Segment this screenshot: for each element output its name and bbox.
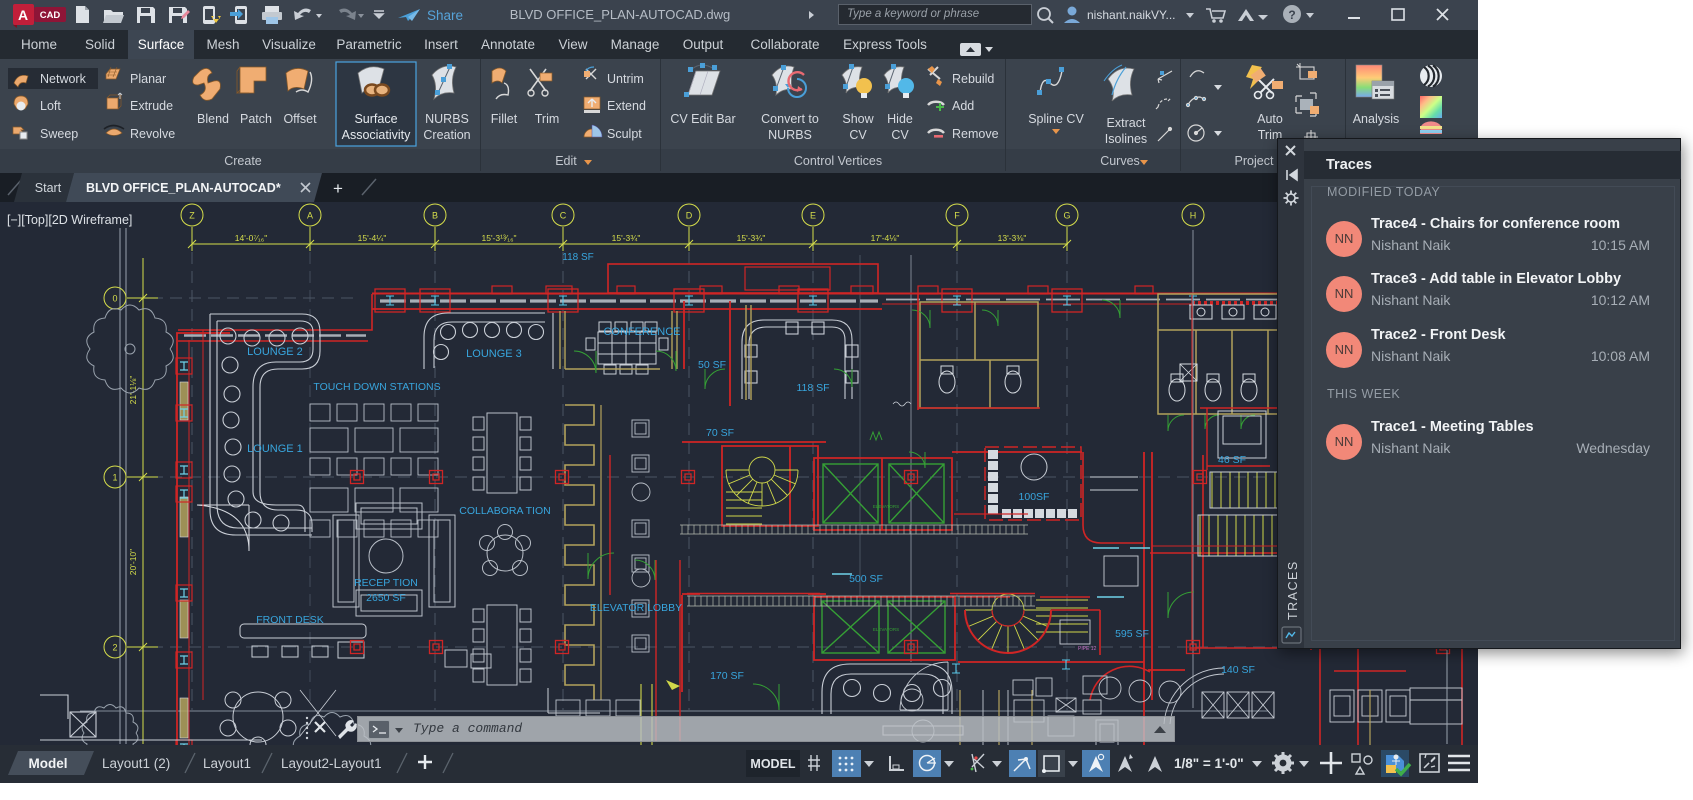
- svg-text:CAD: CAD: [40, 10, 61, 21]
- svg-text:170 SF: 170 SF: [710, 670, 744, 682]
- svg-text:50 SF: 50 SF: [698, 359, 726, 371]
- svg-text:C: C: [560, 211, 567, 221]
- svg-text:46 SF: 46 SF: [1218, 454, 1246, 466]
- svg-text:F: F: [954, 211, 960, 221]
- svg-text:LOUNGE 1: LOUNGE 1: [247, 443, 303, 455]
- svg-text:FRONT DESK: FRONT DESK: [256, 614, 323, 626]
- svg-text:A: A: [307, 211, 313, 221]
- svg-text:LOUNGE 3: LOUNGE 3: [466, 348, 522, 360]
- svg-text:15'-3¾": 15'-3¾": [737, 233, 766, 243]
- svg-text:CV: CV: [891, 128, 909, 142]
- svg-text:CONFERENCE: CONFERENCE: [603, 326, 680, 338]
- svg-text:2: 2: [112, 643, 117, 653]
- svg-text:D: D: [686, 211, 693, 221]
- svg-text:Isolines: Isolines: [1105, 132, 1147, 146]
- svg-text:15'-3¹³⁄₁₆": 15'-3¹³⁄₁₆": [481, 233, 516, 243]
- svg-text:140 SF: 140 SF: [1221, 664, 1255, 676]
- svg-text:Extract: Extract: [1107, 116, 1146, 130]
- svg-text:TRACES: TRACES: [1286, 560, 1300, 620]
- svg-text:100SF: 100SF: [1019, 491, 1050, 503]
- svg-text:2650 SF: 2650 SF: [366, 592, 406, 604]
- svg-text:Layout2-Layout1: Layout2-Layout1: [281, 756, 382, 771]
- svg-text:Creation: Creation: [423, 128, 470, 142]
- svg-text:Hide: Hide: [887, 112, 913, 126]
- svg-text:1: 1: [112, 473, 117, 483]
- svg-text:BLVD OFFICE_PLAN-AUTOCAD*: BLVD OFFICE_PLAN-AUTOCAD*: [86, 181, 281, 195]
- svg-text:Sculpt: Sculpt: [607, 127, 642, 141]
- svg-text:TOUCH DOWN STATIONS: TOUCH DOWN STATIONS: [313, 381, 440, 393]
- svg-text:Spline CV: Spline CV: [1028, 112, 1084, 126]
- svg-text:Project: Project: [1235, 154, 1274, 168]
- svg-text:NURBS: NURBS: [768, 128, 812, 142]
- svg-text:H: H: [1190, 211, 1197, 221]
- svg-text:Edit: Edit: [555, 154, 577, 168]
- svg-text:Model: Model: [29, 756, 68, 771]
- svg-text:B: B: [432, 211, 438, 221]
- svg-text:G: G: [1063, 211, 1070, 221]
- svg-text:Show: Show: [842, 112, 874, 126]
- svg-text:0: 0: [112, 294, 117, 304]
- svg-text:15'-3¾": 15'-3¾": [612, 233, 641, 243]
- svg-text:Patch: Patch: [240, 112, 272, 126]
- svg-text:Control Vertices: Control Vertices: [794, 154, 882, 168]
- svg-text:Convert to: Convert to: [761, 112, 819, 126]
- svg-text:Layout1: Layout1: [203, 756, 251, 771]
- svg-text:595 SF: 595 SF: [1115, 628, 1149, 640]
- svg-text:Planar: Planar: [130, 72, 166, 86]
- svg-text:+: +: [333, 179, 343, 198]
- svg-text:E: E: [810, 211, 816, 221]
- svg-text:1/8" = 1'-0": 1/8" = 1'-0": [1174, 756, 1244, 771]
- svg-text:CV: CV: [849, 128, 867, 142]
- svg-text:Fillet: Fillet: [491, 112, 518, 126]
- svg-text:Offset: Offset: [283, 112, 317, 126]
- svg-text:Loft: Loft: [40, 99, 61, 113]
- svg-text:Curves: Curves: [1100, 154, 1140, 168]
- svg-text:A: A: [18, 7, 28, 23]
- svg-text:Sweep: Sweep: [40, 127, 78, 141]
- svg-text:Associativity: Associativity: [342, 128, 412, 142]
- svg-text:COLLABORA TION: COLLABORA TION: [459, 505, 550, 517]
- svg-text:Surface: Surface: [354, 112, 397, 126]
- svg-text:Add: Add: [952, 99, 974, 113]
- svg-text:13'-3⅜": 13'-3⅜": [998, 233, 1027, 243]
- svg-text:?: ?: [1288, 8, 1295, 22]
- svg-text:Analysis: Analysis: [1353, 112, 1400, 126]
- svg-text:Blend: Blend: [197, 112, 229, 126]
- svg-text:Auto: Auto: [1257, 112, 1283, 126]
- svg-text:Create: Create: [224, 154, 262, 168]
- svg-text:PIPE 12: PIPE 12: [1078, 646, 1097, 652]
- svg-text:ELEVATORS: ELEVATORS: [873, 627, 899, 632]
- svg-text:Layout1 (2): Layout1 (2): [102, 756, 170, 771]
- svg-text:Z: Z: [189, 211, 195, 221]
- svg-text:NURBS: NURBS: [425, 112, 469, 126]
- svg-text:Extend: Extend: [607, 99, 646, 113]
- svg-text:ELEVATORS: ELEVATORS: [873, 504, 899, 509]
- svg-text:Revolve: Revolve: [130, 127, 175, 141]
- svg-text:118 SF: 118 SF: [562, 252, 594, 263]
- svg-text:Remove: Remove: [952, 127, 999, 141]
- svg-text:Start: Start: [35, 181, 62, 195]
- svg-text:17'-4⅛": 17'-4⅛": [871, 233, 900, 243]
- svg-text:Trim: Trim: [535, 112, 560, 126]
- svg-text:Rebuild: Rebuild: [952, 72, 994, 86]
- svg-text:CV Edit Bar: CV Edit Bar: [670, 112, 735, 126]
- svg-text:Network: Network: [40, 72, 87, 86]
- svg-text:LOUNGE 2: LOUNGE 2: [247, 346, 303, 358]
- svg-text:500 SF: 500 SF: [849, 573, 883, 585]
- svg-text:118 SF: 118 SF: [796, 382, 829, 394]
- svg-text:70 SF: 70 SF: [706, 427, 734, 439]
- svg-text:15'-4¼": 15'-4¼": [358, 233, 387, 243]
- svg-text:MODEL: MODEL: [750, 757, 796, 771]
- svg-text:Extrude: Extrude: [130, 99, 173, 113]
- svg-text:Share: Share: [427, 8, 463, 23]
- svg-text:RECEP TION: RECEP TION: [354, 577, 418, 589]
- svg-text:Untrim: Untrim: [607, 72, 644, 86]
- svg-text:ELEVATOR LOBBY: ELEVATOR LOBBY: [590, 602, 682, 614]
- svg-text:20'-10": 20'-10": [128, 549, 138, 575]
- svg-text:14'-0⁷⁄₁₆": 14'-0⁷⁄₁₆": [235, 233, 267, 243]
